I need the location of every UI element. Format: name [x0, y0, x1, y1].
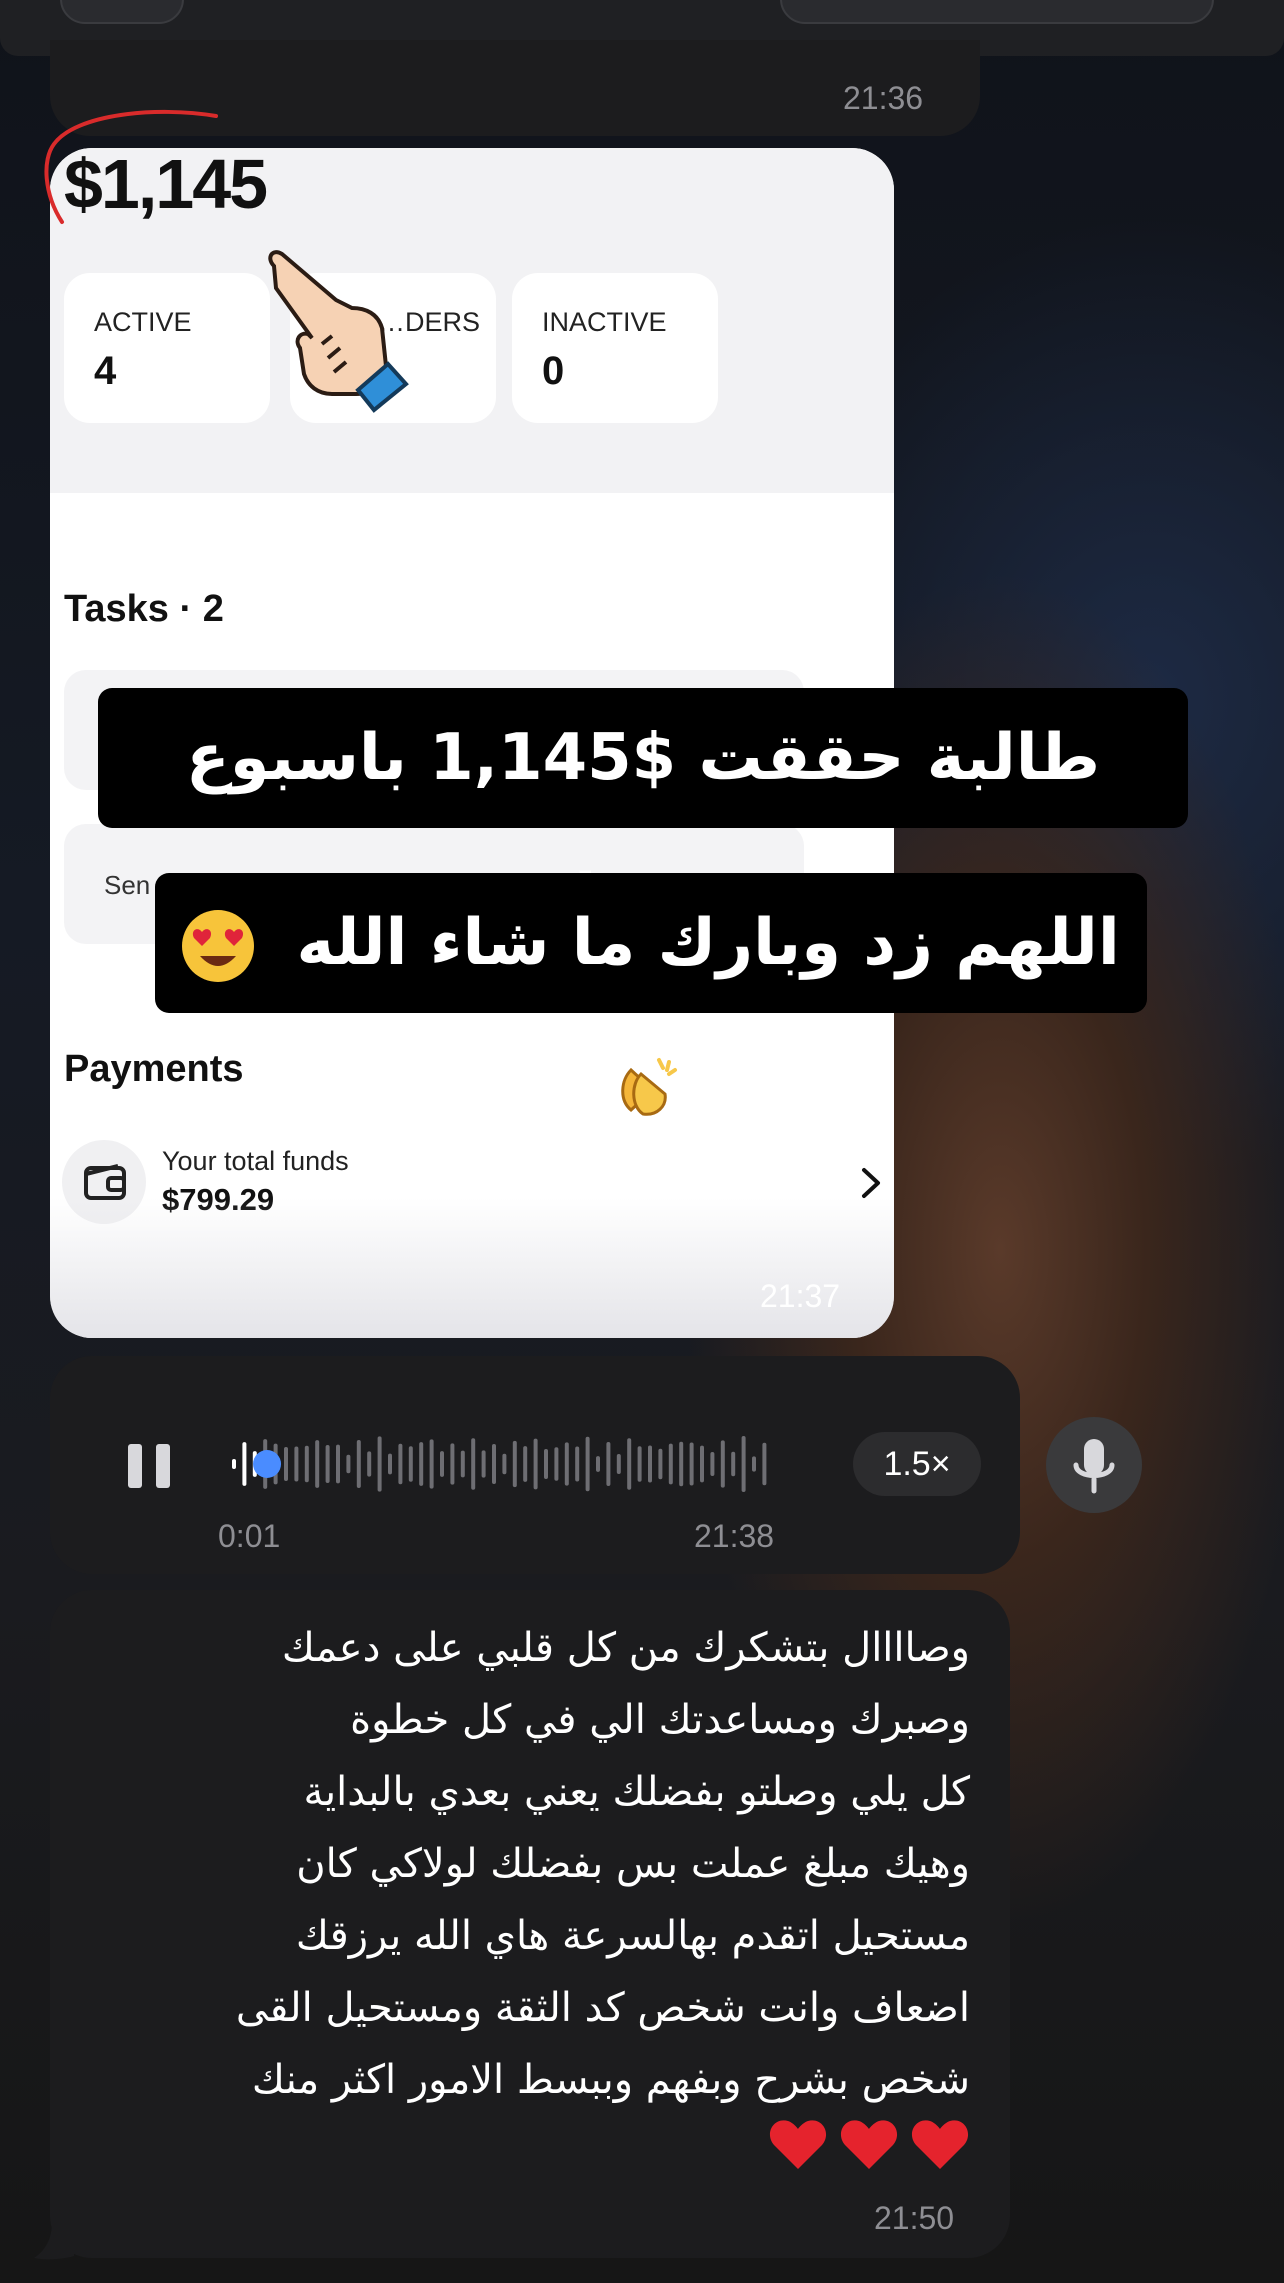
waveform-bar — [481, 1450, 486, 1478]
stat-label: INACTIVE — [542, 307, 667, 337]
transcribe-mic-button[interactable] — [1046, 1417, 1142, 1513]
waveform-bar — [668, 1443, 673, 1485]
overlay-caption-line2: اللهم زد وبارك ما شاء الله — [155, 873, 1147, 1117]
waveform-bar — [741, 1436, 746, 1492]
previous-message-time: 21:36 — [843, 80, 924, 116]
voice-waveform[interactable] — [232, 1432, 792, 1496]
waveform-bar — [637, 1446, 642, 1482]
waveform-bar — [450, 1443, 455, 1485]
tasks-title: Tasks · 2 — [64, 588, 224, 630]
waveform-bar — [460, 1450, 465, 1478]
waveform-bar — [544, 1448, 548, 1480]
waveform-bar — [346, 1454, 351, 1474]
waveform-bar — [679, 1441, 684, 1487]
waveform-bar — [564, 1442, 569, 1486]
overlay-caption-text: اللهم زد وبارك ما شاء الله — [296, 906, 1120, 980]
stat-value: 0 — [542, 349, 565, 393]
back-button[interactable] — [60, 0, 184, 24]
waveform-bar — [429, 1439, 434, 1489]
waveform-bar — [731, 1451, 736, 1477]
waveform-bar — [471, 1438, 476, 1490]
waveform-bar — [419, 1442, 424, 1486]
waveform-bar — [689, 1442, 694, 1486]
task-row-text: Sen — [104, 870, 151, 900]
waveform-bar — [304, 1445, 309, 1483]
pause-icon[interactable] — [126, 1442, 174, 1490]
waveform-bar — [575, 1446, 580, 1482]
overlay-caption-line1: طالبة حققت $1,145 باسبوع فقط — [98, 688, 1188, 935]
waveform-bar — [440, 1451, 444, 1477]
waveform-bar — [523, 1446, 528, 1482]
waveform-bar — [720, 1440, 725, 1488]
red-heart-icon — [912, 2120, 969, 2169]
voice-elapsed-time: 0:01 — [218, 1518, 281, 1554]
image-message-time: 21:37 — [760, 1278, 841, 1314]
message-text: وصاااال بتشكرك من كل قلبي على دعمك وصبرك… — [235, 1625, 970, 2103]
microphone-icon — [1073, 1439, 1115, 1494]
red-circle-annotation — [44, 109, 218, 224]
waveform-bar — [596, 1456, 600, 1472]
waveform-bar — [294, 1446, 299, 1482]
waveform-bar — [284, 1447, 288, 1481]
text-message-time: 21:50 — [874, 2200, 955, 2236]
chevron-right-icon[interactable] — [854, 1166, 888, 1200]
waveform-bar — [658, 1448, 663, 1480]
waveform-bar — [315, 1440, 320, 1488]
waveform-bar — [627, 1438, 632, 1490]
waveform-bar — [752, 1456, 756, 1472]
waveform-bar — [232, 1459, 236, 1469]
waveform-bar — [242, 1442, 247, 1486]
waveform-bar — [700, 1445, 704, 1483]
waveform-bar — [367, 1451, 372, 1477]
waveform-bar — [325, 1445, 330, 1483]
red-heart-icon — [841, 2120, 898, 2169]
pointing-hand-icon — [268, 250, 409, 413]
stat-value: 4 — [94, 349, 117, 393]
clapping-hands-emoji-icon — [613, 1050, 685, 1122]
waveform-bar — [762, 1442, 767, 1486]
waveform-bar — [502, 1453, 507, 1475]
waveform-bar — [356, 1440, 361, 1488]
stat-label: ACTIVE — [94, 307, 192, 337]
stat-card-active: ACTIVE 4 — [64, 273, 270, 423]
heart-eyes-emoji-icon — [182, 910, 255, 983]
waveform-bar — [606, 1442, 611, 1486]
waveform-bar — [533, 1438, 538, 1490]
waveform-bar — [398, 1443, 403, 1485]
hearts-row — [768, 2117, 970, 2177]
waveform-bar — [648, 1445, 652, 1483]
payments-title: Payments — [64, 1048, 244, 1090]
waveform-bar — [388, 1453, 392, 1475]
waveform-bar — [710, 1452, 715, 1476]
stat-card-inactive: INACTIVE 0 — [512, 273, 718, 423]
playhead-dot[interactable] — [253, 1450, 282, 1478]
waveform-bar — [492, 1444, 496, 1484]
funds-label: Your total funds — [162, 1146, 349, 1176]
waveform-bar — [377, 1436, 382, 1492]
voice-message-time: 21:38 — [694, 1518, 775, 1554]
waveform-bar — [585, 1436, 590, 1492]
waveform-bar — [554, 1447, 559, 1481]
waveform-bar — [512, 1440, 517, 1488]
waveform-bar — [616, 1453, 621, 1475]
waveform-bar — [408, 1446, 413, 1482]
contact-header-pill[interactable] — [780, 0, 1214, 24]
bubble-tail — [34, 2222, 74, 2260]
waveform-bar — [336, 1444, 340, 1484]
image-bottom-shade — [50, 1198, 894, 1338]
red-heart-icon — [769, 2120, 827, 2169]
playback-speed-button[interactable]: 1.5× — [853, 1432, 981, 1496]
